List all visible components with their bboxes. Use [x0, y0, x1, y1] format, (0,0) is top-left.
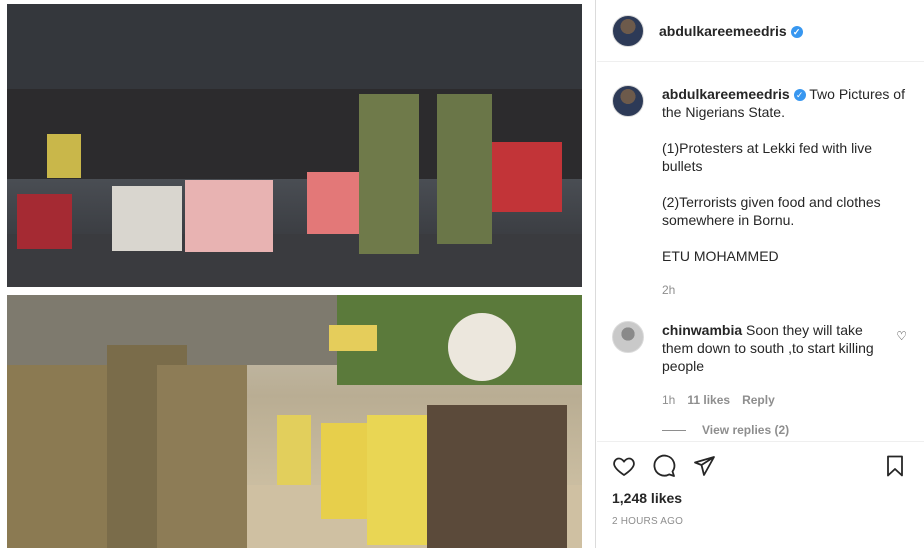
- heart-icon[interactable]: [612, 454, 638, 480]
- caption-username[interactable]: abdulkareemeedris: [662, 86, 790, 102]
- verified-badge-icon: ✓: [790, 25, 803, 38]
- replies-divider: [662, 429, 686, 431]
- author-avatar[interactable]: [612, 14, 644, 47]
- photo-protest-night: [7, 4, 582, 287]
- comment-age[interactable]: 1h: [662, 391, 675, 409]
- post-actions: 1,248 likes 2 HOURS AGO: [597, 441, 924, 527]
- caption-avatar[interactable]: [612, 85, 644, 117]
- author-username-text[interactable]: abdulkareemeedris: [659, 23, 787, 39]
- comments-list[interactable]: abdulkareemeedris ✓ Two Pictures of the N…: [597, 63, 924, 440]
- view-replies-button[interactable]: View replies (2): [662, 423, 909, 437]
- photo-soldiers-bornu: [7, 295, 582, 548]
- comment: chinwambia Soon they will take them down…: [612, 321, 909, 409]
- caption-age[interactable]: 2h: [662, 281, 675, 299]
- caption-line-2: (1)Protesters at Lekki fed with live bul…: [662, 140, 873, 174]
- comment-likes[interactable]: 11 likes: [687, 391, 730, 409]
- caption: abdulkareemeedris ✓ Two Pictures of the N…: [612, 85, 909, 299]
- comment-bubble-icon[interactable]: [652, 454, 678, 480]
- view-replies-label[interactable]: View replies (2): [702, 423, 789, 437]
- likes-count[interactable]: 1,248 likes: [612, 490, 909, 506]
- commenter-avatar[interactable]: [612, 321, 644, 353]
- post-sidebar: abdulkareemeedris ✓ abdulkareemeedris ✓ Tw…: [597, 0, 924, 548]
- comment-reply-button[interactable]: Reply: [742, 391, 775, 409]
- caption-line-3: (2)Terrorists given food and clothes som…: [662, 194, 881, 228]
- caption-line-4: ETU MOHAMMED: [662, 248, 779, 264]
- comment-meta: 1h 11 likes Reply: [662, 391, 884, 409]
- caption-body: abdulkareemeedris ✓ Two Pictures of the N…: [662, 85, 909, 299]
- caption-meta: 2h: [662, 281, 909, 299]
- post-media[interactable]: [0, 0, 596, 548]
- comment-body: chinwambia Soon they will take them down…: [662, 321, 884, 409]
- author-username[interactable]: abdulkareemeedris ✓: [659, 23, 803, 39]
- comment-like-heart-icon[interactable]: ♡: [896, 329, 907, 343]
- bookmark-icon[interactable]: [883, 454, 909, 480]
- post-header: abdulkareemeedris ✓: [597, 0, 924, 62]
- verified-badge-icon: ✓: [793, 89, 806, 101]
- paper-plane-icon[interactable]: [692, 454, 718, 480]
- post-timestamp[interactable]: 2 HOURS AGO: [612, 516, 909, 527]
- comment-username[interactable]: chinwambia: [662, 322, 742, 338]
